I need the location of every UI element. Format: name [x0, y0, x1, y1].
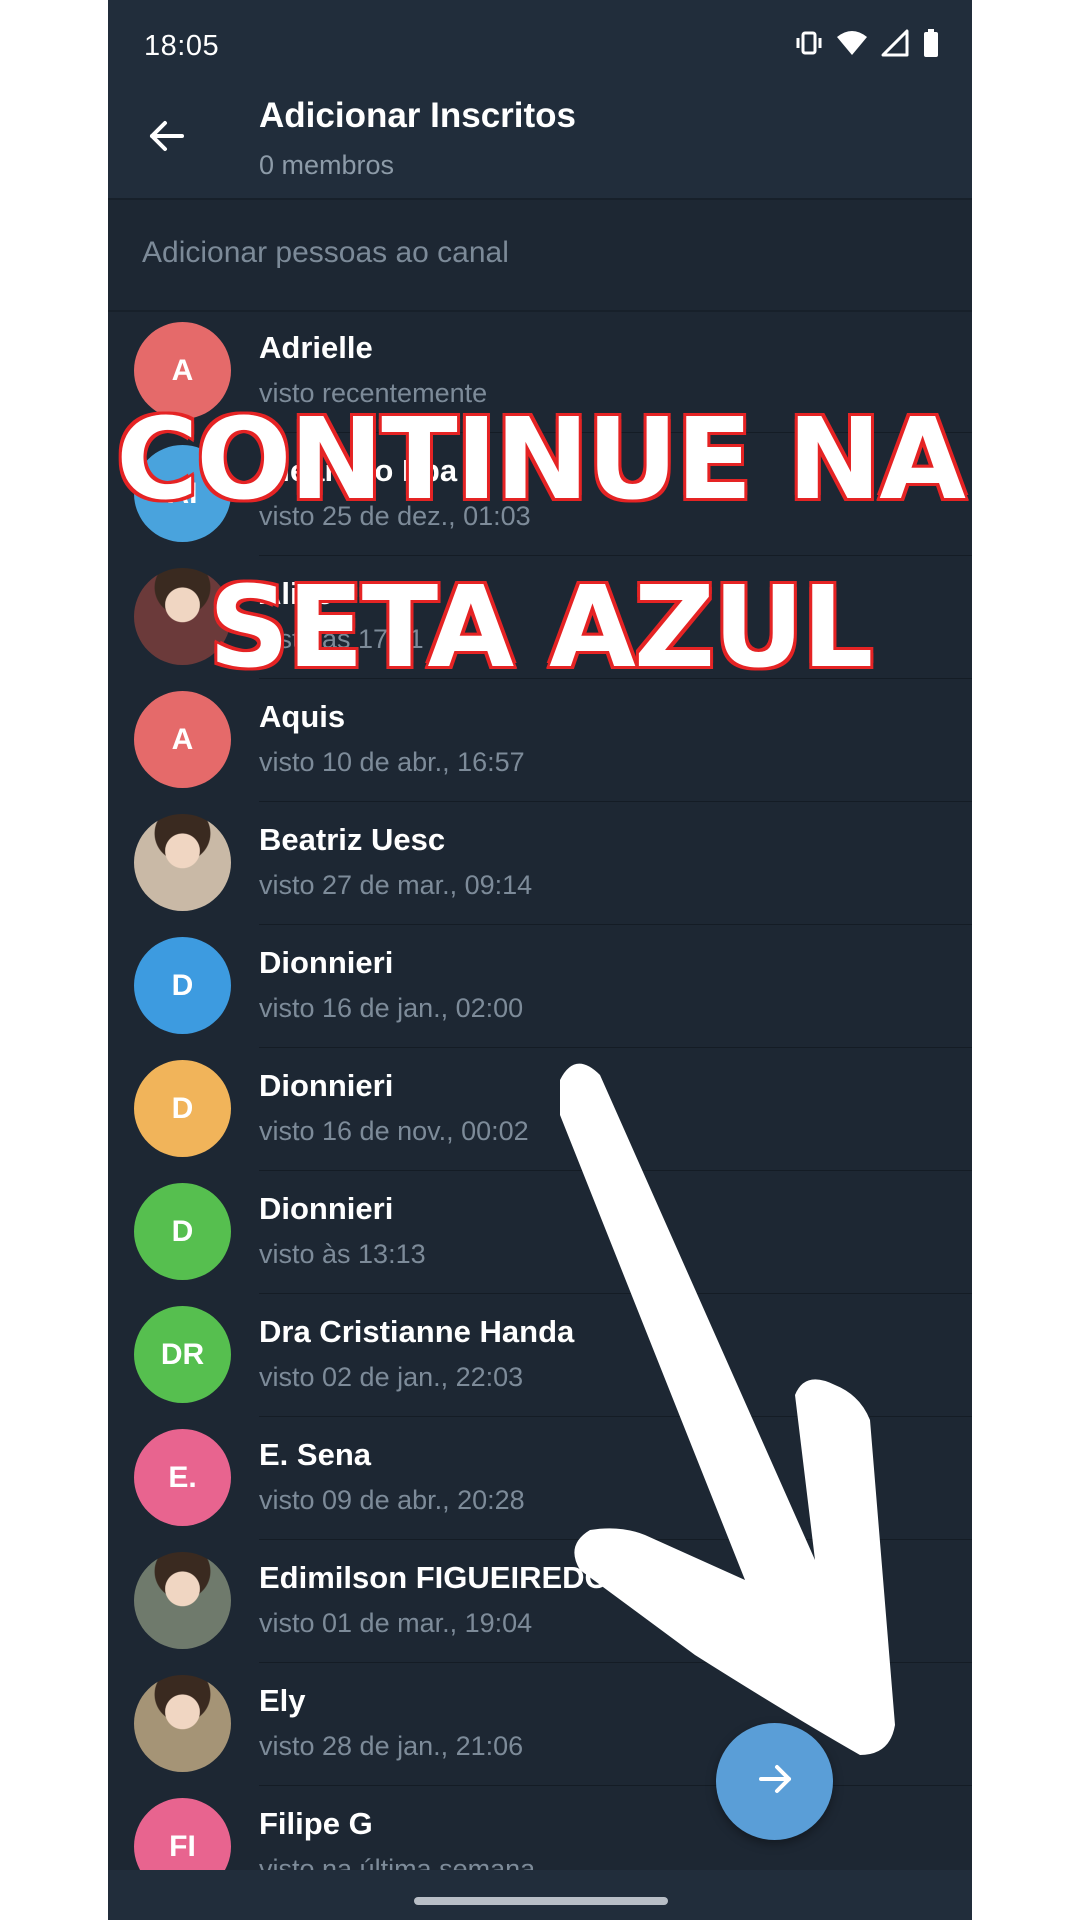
status-bar: 18:05 — [108, 0, 972, 90]
status-time: 18:05 — [144, 30, 220, 62]
contact-name: Aquis — [259, 699, 346, 734]
contact-name: Dra Cristianne Handa — [259, 1314, 575, 1349]
avatar: E. — [134, 1429, 231, 1526]
avatar: D — [134, 937, 231, 1034]
contact-row[interactable]: Beatriz Uesc visto 27 de mar., 09:14 — [108, 802, 972, 925]
contact-row[interactable]: FI Filipe G visto na última semana — [108, 1786, 972, 1870]
member-count: 0 membros — [259, 150, 395, 180]
contact-row[interactable]: D Dionnieri visto 16 de nov., 00:02 — [108, 1048, 972, 1171]
contact-name: E. Sena — [259, 1437, 371, 1472]
app-bar: Adicionar Inscritos 0 membros — [108, 90, 972, 198]
next-button[interactable] — [716, 1723, 833, 1840]
avatar-photo — [134, 1675, 231, 1772]
contact-row[interactable]: D Dionnieri visto às 13:13 — [108, 1171, 972, 1294]
contact-name: Dionnieri — [259, 1068, 394, 1103]
contact-last-seen: visto às 13:13 — [259, 1239, 426, 1269]
phone-screen: 18:05 Adicionar Inscritos 0 membros Adic… — [108, 0, 972, 1920]
contact-row[interactable]: Ely visto 28 de jan., 21:06 — [108, 1663, 972, 1786]
back-button[interactable] — [136, 108, 196, 168]
navigation-bar — [108, 1870, 972, 1920]
contact-last-seen: visto 28 de jan., 21:06 — [259, 1731, 524, 1761]
contact-name: Filipe G — [259, 1806, 373, 1841]
avatar: D — [134, 1060, 231, 1157]
contact-name: Ely — [259, 1683, 306, 1718]
contact-last-seen: visto 01 de mar., 19:04 — [259, 1608, 533, 1638]
avatar-photo — [134, 814, 231, 911]
contact-last-seen: visto 09 de abr., 20:28 — [259, 1485, 525, 1515]
contact-last-seen: visto 16 de jan., 02:00 — [259, 993, 524, 1023]
arrow-right-icon — [753, 1757, 797, 1806]
status-icons — [794, 28, 940, 63]
overlay-caption-line2: SETA AZUL — [206, 561, 876, 696]
contact-name: Dionnieri — [259, 1191, 394, 1226]
contact-last-seen: visto 10 de abr., 16:57 — [259, 747, 525, 777]
battery-icon — [922, 28, 940, 63]
signal-icon — [880, 28, 910, 63]
wifi-icon — [836, 28, 868, 63]
contact-row[interactable]: Edimilson FIGUEIREDO visto 01 de mar., 19… — [108, 1540, 972, 1663]
avatar: A — [134, 691, 231, 788]
contact-list: A Adrielle visto recentemente AI Aleandro If… — [108, 310, 972, 1870]
vibrate-icon — [794, 28, 824, 63]
home-gesture-handle[interactable] — [414, 1897, 668, 1905]
contact-last-seen: visto na última semana — [259, 1854, 536, 1870]
arrow-left-icon — [146, 116, 186, 161]
contact-row[interactable]: DR Dra Cristianne Handa visto 02 de jan., … — [108, 1294, 972, 1417]
search-placeholder: Adicionar pessoas ao canal — [142, 236, 509, 269]
avatar: D — [134, 1183, 231, 1280]
avatar: FI — [134, 1798, 231, 1870]
contact-row[interactable]: E. E. Sena visto 09 de abr., 20:28 — [108, 1417, 972, 1540]
overlay-caption-line1: CONTINUE NA — [114, 393, 969, 528]
search-input[interactable]: Adicionar pessoas ao canal — [108, 198, 972, 312]
contact-name: Adrielle — [259, 330, 373, 365]
contact-last-seen: visto 16 de nov., 00:02 — [259, 1116, 529, 1146]
avatar: DR — [134, 1306, 231, 1403]
avatar-photo — [134, 1552, 231, 1649]
page-title: Adicionar Inscritos — [259, 96, 577, 135]
contact-name: Beatriz Uesc — [259, 822, 446, 857]
contact-name: Edimilson FIGUEIREDO — [259, 1560, 609, 1595]
contact-row[interactable]: D Dionnieri visto 16 de jan., 02:00 — [108, 925, 972, 1048]
contact-name: Dionnieri — [259, 945, 394, 980]
contact-last-seen: visto 02 de jan., 22:03 — [259, 1362, 524, 1392]
contact-row[interactable]: A Aquis visto 10 de abr., 16:57 — [108, 679, 972, 802]
contact-last-seen: visto 27 de mar., 09:14 — [259, 870, 533, 900]
